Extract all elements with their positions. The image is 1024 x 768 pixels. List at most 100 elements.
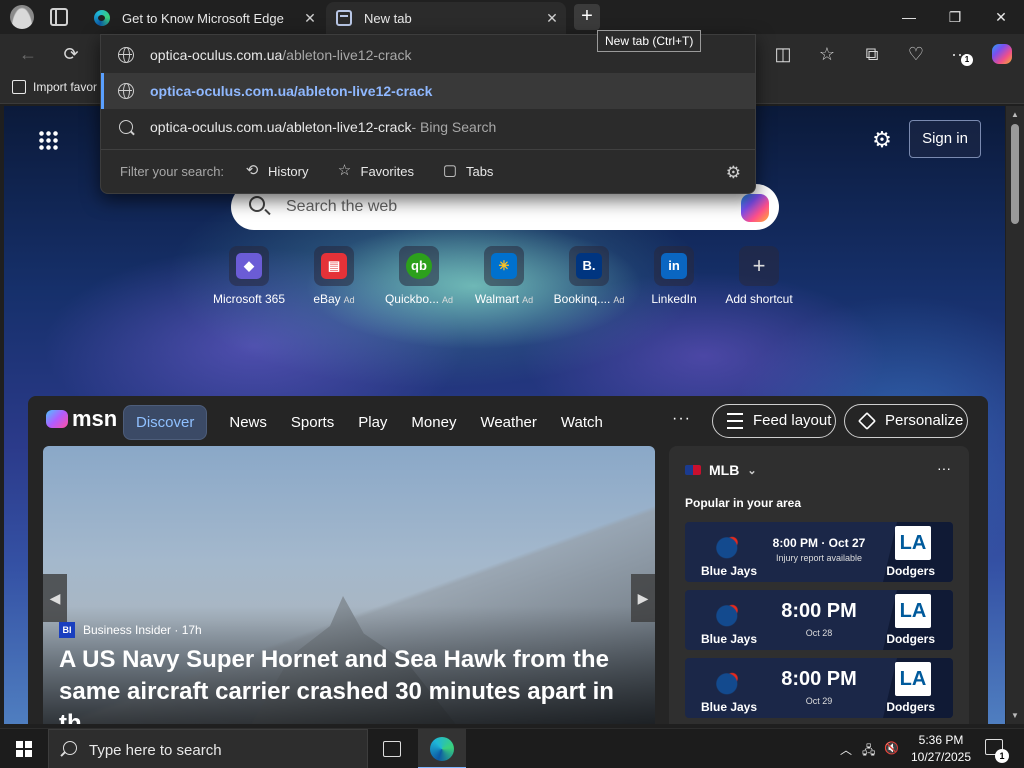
profile-avatar[interactable]: [10, 5, 34, 29]
copilot-button[interactable]: [986, 38, 1018, 70]
chevron-down-icon: ⌄: [747, 464, 757, 477]
browser-essentials-button[interactable]: ♡: [900, 38, 932, 70]
shortcut-tile: ◆: [229, 246, 269, 286]
filter-favorites[interactable]: ☆ Favorites: [337, 163, 414, 179]
linkedin-icon: in: [661, 253, 687, 279]
import-favorites-button[interactable]: Import favor: [12, 80, 97, 94]
tab-get-to-know-edge[interactable]: Get to Know Microsoft Edge ✕: [84, 2, 324, 34]
filter-tabs[interactable]: ▢ Tabs: [442, 163, 494, 179]
shortcut-ebay[interactable]: ▤ eBay Ad: [289, 246, 379, 306]
split-screen-button[interactable]: ◫: [767, 38, 799, 70]
article-title[interactable]: A US Navy Super Hornet and Sea Hawk from…: [59, 644, 644, 724]
ad-badge: Ad: [522, 295, 534, 305]
suggestion-path: /ableton-live12-crack: [282, 47, 412, 63]
minimize-button[interactable]: —: [886, 0, 932, 34]
network-icon[interactable]: 🖧: [862, 741, 875, 762]
mlb-header[interactable]: MLB ⌄: [685, 462, 757, 478]
carousel-next-button[interactable]: ▶: [631, 574, 655, 622]
taskbar-clock[interactable]: 5:36 PM 10/27/2025: [904, 732, 978, 766]
page-settings-icon[interactable]: ⚙: [870, 128, 894, 152]
nav-weather[interactable]: Weather: [480, 414, 536, 431]
msn-logo[interactable]: msn: [46, 406, 117, 432]
ad-badge: Ad: [613, 295, 625, 305]
globe-icon: [118, 47, 134, 63]
tab-new-tab[interactable]: New tab ✕: [326, 2, 566, 34]
taskbar-search-input[interactable]: Type here to search: [89, 742, 222, 759]
home-team: Blue Jays: [701, 632, 758, 646]
taskbar-search-box[interactable]: Type here to search: [48, 729, 368, 768]
nav-play[interactable]: Play: [358, 414, 387, 431]
tab-close-icon[interactable]: ✕: [296, 10, 324, 27]
clock-time: 5:36 PM: [918, 733, 964, 747]
away-team: Dodgers: [886, 632, 935, 646]
windows-start-icon[interactable]: [16, 741, 32, 757]
tab-bar: Get to Know Microsoft Edge ✕ New tab ✕ +…: [0, 0, 1024, 34]
taskbar-edge-button[interactable]: [418, 729, 466, 768]
shortcut-walmart[interactable]: ✳ Walmart Ad: [459, 246, 549, 306]
away-team: Dodgers: [886, 700, 935, 714]
import-favorites-label: Import favor: [33, 80, 98, 94]
suggestion-item-selected[interactable]: optica-oculus.com.ua/ableton-live12-crac…: [101, 73, 755, 109]
app-launcher-icon[interactable]: [38, 130, 58, 150]
tab-close-icon[interactable]: ✕: [538, 10, 566, 27]
shortcut-quickbooks[interactable]: qb Quickbo... Ad: [374, 246, 464, 306]
mlb-more-icon[interactable]: ···: [937, 460, 951, 476]
gear-icon[interactable]: ⚙: [726, 163, 741, 183]
sign-in-button[interactable]: Sign in: [909, 120, 981, 158]
nav-watch[interactable]: Watch: [561, 414, 603, 431]
shortcut-linkedin[interactable]: in LinkedIn: [629, 246, 719, 306]
page-scrollbar[interactable]: ▲ ▼: [1006, 106, 1024, 724]
task-view-icon[interactable]: [383, 741, 401, 757]
scroll-down-icon[interactable]: ▼: [1006, 711, 1024, 720]
import-icon: [12, 80, 26, 94]
search-input[interactable]: Search the web: [286, 198, 397, 216]
feed-layout-button[interactable]: Feed layout: [712, 404, 836, 438]
nav-money[interactable]: Money: [411, 414, 456, 431]
star-icon: ☆: [337, 162, 352, 179]
filter-label: Filter your search:: [120, 163, 225, 179]
close-window-button[interactable]: ✕: [978, 0, 1024, 34]
volume-muted-icon[interactable]: 🔇: [884, 741, 899, 755]
home-team: Blue Jays: [701, 564, 758, 578]
update-badge: 1: [961, 54, 973, 66]
hero-article-card[interactable]: ◀ ▶ BI Business Insider · 17h A US Navy …: [43, 446, 655, 724]
suggestion-engine: - Bing Search: [411, 119, 497, 135]
edge-icon: [430, 737, 454, 761]
nav-discover[interactable]: Discover: [123, 404, 208, 440]
scrollbar-thumb[interactable]: [1011, 124, 1019, 224]
maximize-button[interactable]: ❐: [932, 0, 978, 34]
filter-favorites-label: Favorites: [360, 163, 414, 179]
scroll-up-icon[interactable]: ▲: [1006, 110, 1024, 119]
shortcut-add[interactable]: + Add shortcut: [714, 246, 804, 306]
back-button[interactable]: ←: [12, 38, 44, 70]
new-tab-page: ⚙ Sign in Search the web ◆ Microsoft 365…: [4, 106, 1005, 724]
settings-more-button[interactable]: ··· 1: [944, 38, 976, 70]
carousel-prev-button[interactable]: ◀: [43, 574, 67, 622]
filter-history[interactable]: ⟲ History: [244, 163, 309, 179]
favorites-button[interactable]: ☆: [811, 38, 843, 70]
collections-button[interactable]: ⧉: [856, 38, 888, 70]
msn-butterfly-icon: [46, 410, 68, 428]
game-card[interactable]: LA 8:00 PM Oct 28 Blue Jays Dodgers: [685, 590, 953, 650]
away-team: Dodgers: [886, 564, 935, 578]
copilot-icon[interactable]: [741, 194, 769, 222]
game-card[interactable]: LA 8:00 PM Oct 29 Blue Jays Dodgers: [685, 658, 953, 718]
msn-more-icon[interactable]: ···: [672, 410, 691, 428]
tab-actions-icon[interactable]: [50, 8, 68, 26]
tab-label: Get to Know Microsoft Edge: [122, 10, 284, 26]
nav-sports[interactable]: Sports: [291, 414, 334, 431]
clock-date: 10/27/2025: [910, 750, 972, 764]
filter-history-label: History: [268, 163, 309, 179]
suggestion-item[interactable]: optica-oculus.com.ua/ableton-live12-crac…: [101, 109, 755, 145]
dodgers-logo: LA: [895, 594, 931, 628]
nav-news[interactable]: News: [229, 414, 267, 431]
blue-jays-logo: [707, 664, 743, 700]
refresh-button[interactable]: ⟳: [55, 38, 87, 70]
shortcut-booking[interactable]: B. Bookinq.... Ad: [544, 246, 634, 306]
game-card[interactable]: LA 8:00 PM · Oct 27 Injury report availa…: [685, 522, 953, 582]
tray-overflow-icon[interactable]: ︿: [840, 741, 852, 758]
new-tab-button[interactable]: +: [574, 4, 600, 30]
shortcut-microsoft-365[interactable]: ◆ Microsoft 365: [204, 246, 294, 306]
article-source-label: Business Insider · 17h: [83, 623, 202, 637]
personalize-button[interactable]: Personalize: [844, 404, 968, 438]
